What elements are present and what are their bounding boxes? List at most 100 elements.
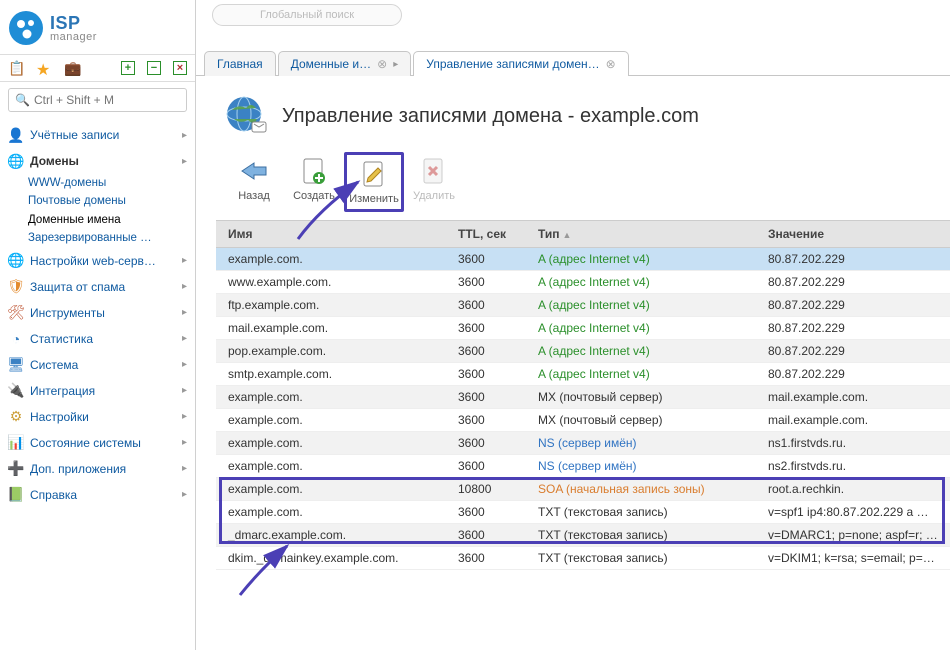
table-row[interactable]: mail.example.com.3600A (адрес Internet v… <box>216 317 950 340</box>
chevron-right-icon: ▸ <box>182 333 187 344</box>
sidebar-item-label: Домены <box>30 154 176 168</box>
cell-value: ns1.firstvds.ru. <box>756 432 950 455</box>
cell-type: MX (почтовый сервер) <box>526 409 756 432</box>
sidebar-subitem-1-2[interactable]: Доменные имена <box>28 211 195 229</box>
sidebar-item-label: Настройки web-серв… <box>30 254 176 268</box>
cell-value: root.a.rechkin. <box>756 478 950 501</box>
sidebar-item-11[interactable]: 📗Справка▸ <box>0 482 195 508</box>
sidebar-item-8[interactable]: ⚙Настройки▸ <box>0 404 195 430</box>
star-icon[interactable]: ★ <box>36 60 52 76</box>
sidebar-item-3[interactable]: 🛡Защита от спама▸ <box>0 274 195 300</box>
user-icon: 👤 <box>8 127 24 143</box>
action-toolbar: Назад Создать Изменить Удалить <box>196 152 950 220</box>
logo-icon <box>8 10 44 46</box>
table-row[interactable]: example.com.3600NS (сервер имён)ns2.firs… <box>216 455 950 478</box>
cell-ttl: 3600 <box>446 455 526 478</box>
table-row[interactable]: ftp.example.com.3600A (адрес Internet v4… <box>216 294 950 317</box>
table-row[interactable]: example.com.3600MX (почтовый сервер)mail… <box>216 409 950 432</box>
table-row[interactable]: example.com.3600NS (сервер имён)ns1.firs… <box>216 432 950 455</box>
globe-icon <box>224 94 268 138</box>
tab-2[interactable]: Управление записями домен…⊗ <box>413 51 629 76</box>
cell-type: TXT (текстовая запись) <box>526 547 756 570</box>
tab-1[interactable]: Доменные и…⊗▸ <box>278 51 412 76</box>
logo: ISP manager <box>0 6 195 54</box>
col-type[interactable]: Тип▲ <box>526 221 756 248</box>
table-row[interactable]: _dmarc.example.com.3600TXT (текстовая за… <box>216 524 950 547</box>
sidebar-item-label: Инструменты <box>30 306 176 320</box>
edit-icon <box>359 159 389 189</box>
cell-name: www.example.com. <box>216 271 446 294</box>
cell-type: A (адрес Internet v4) <box>526 248 756 271</box>
cell-ttl: 3600 <box>446 363 526 386</box>
delete-button[interactable]: Удалить <box>404 152 464 206</box>
cell-ttl: 3600 <box>446 524 526 547</box>
sidebar-item-label: Справка <box>30 488 176 502</box>
close-panel-icon[interactable]: × <box>173 61 187 75</box>
tools-icon: 🛠 <box>8 305 24 321</box>
table-row[interactable]: pop.example.com.3600A (адрес Internet v4… <box>216 340 950 363</box>
edit-button[interactable]: Изменить <box>344 152 404 212</box>
cell-type: TXT (текстовая запись) <box>526 524 756 547</box>
cell-name: example.com. <box>216 478 446 501</box>
sidebar-item-5[interactable]: ◔Статистика▸ <box>0 326 195 352</box>
sidebar-item-1[interactable]: 🌐Домены▸ <box>0 148 195 174</box>
sidebar: ISP manager 📋 ★ 💼 + − × 🔍 👤 Учётные запис… <box>0 0 196 650</box>
table-row[interactable]: dkim._domainkey.example.com.3600TXT (тек… <box>216 547 950 570</box>
col-value[interactable]: Значение <box>756 221 950 248</box>
chevron-right-icon: ▸ <box>182 385 187 396</box>
col-ttl[interactable]: TTL, сек <box>446 221 526 248</box>
sidebar-subitem-1-1[interactable]: Почтовые домены <box>28 192 195 210</box>
col-name[interactable]: Имя <box>216 221 446 248</box>
sidebar-search[interactable]: 🔍 <box>8 88 187 112</box>
chevron-right-icon: ▸ <box>182 130 187 141</box>
cell-name: mail.example.com. <box>216 317 446 340</box>
briefcase-icon[interactable]: 💼 <box>64 60 80 76</box>
chevron-right-icon: ▸ <box>182 437 187 448</box>
cell-ttl: 3600 <box>446 340 526 363</box>
sidebar-toolbar: 📋 ★ 💼 + − × <box>0 54 195 82</box>
sidebar-search-input[interactable] <box>34 93 189 107</box>
cell-name: example.com. <box>216 248 446 271</box>
cell-name: _dmarc.example.com. <box>216 524 446 547</box>
sidebar-item-2[interactable]: 🌐Настройки web-серв…▸ <box>0 248 195 274</box>
table-row[interactable]: example.com.3600A (адрес Internet v4)80.… <box>216 248 950 271</box>
table-row[interactable]: www.example.com.3600A (адрес Internet v4… <box>216 271 950 294</box>
cell-type: A (адрес Internet v4) <box>526 363 756 386</box>
chevron-right-icon: ▸ <box>182 255 187 266</box>
create-icon <box>299 156 329 186</box>
sidebar-item-label: Учётные записи <box>30 128 176 142</box>
sidebar-item-0[interactable]: 👤 Учётные записи ▸ <box>0 122 195 148</box>
table-row[interactable]: example.com.3600TXT (текстовая запись)v=… <box>216 501 950 524</box>
cell-value: v=DMARC1; p=none; aspf=r; sp=n <box>756 524 950 547</box>
tab-label: Доменные и… <box>291 57 371 71</box>
sidebar-item-9[interactable]: 📊Состояние системы▸ <box>0 430 195 456</box>
table-row[interactable]: example.com.3600MX (почтовый сервер)mail… <box>216 386 950 409</box>
sidebar-item-6[interactable]: 🖥Система▸ <box>0 352 195 378</box>
close-icon[interactable]: ⊗ <box>377 57 387 71</box>
table-row[interactable]: example.com.10800SOA (начальная запись з… <box>216 478 950 501</box>
collapse-all-icon[interactable]: − <box>147 61 161 75</box>
back-button[interactable]: Назад <box>224 152 284 206</box>
sidebar-item-10[interactable]: ➕Доп. приложения▸ <box>0 456 195 482</box>
sidebar-item-label: Настройки <box>30 410 176 424</box>
global-search[interactable]: Глобальный поиск <box>212 4 402 26</box>
table-row[interactable]: smtp.example.com.3600A (адрес Internet v… <box>216 363 950 386</box>
cell-value: v=spf1 ip4:80.87.202.229 a mx ~al <box>756 501 950 524</box>
sidebar-subitem-1-3[interactable]: Зарезервированные … <box>28 229 195 247</box>
page-title: Управление записями домена - example.com <box>282 105 699 128</box>
expand-all-icon[interactable]: + <box>121 61 135 75</box>
sidebar-item-7[interactable]: 🔌Интеграция▸ <box>0 378 195 404</box>
sidebar-subitem-1-0[interactable]: WWW-домены <box>28 174 195 192</box>
note-icon[interactable]: 📋 <box>8 60 24 76</box>
cell-value: ns2.firstvds.ru. <box>756 455 950 478</box>
cell-type: A (адрес Internet v4) <box>526 317 756 340</box>
close-icon[interactable]: ⊗ <box>606 57 616 71</box>
sidebar-item-label: Статистика <box>30 332 176 346</box>
create-button[interactable]: Создать <box>284 152 344 206</box>
plus-icon: ➕ <box>8 461 24 477</box>
main-area: Глобальный поиск ГлавнаяДоменные и…⊗▸Упр… <box>196 0 950 650</box>
cell-value: mail.example.com. <box>756 386 950 409</box>
sidebar-item-4[interactable]: 🛠Инструменты▸ <box>0 300 195 326</box>
cell-ttl: 3600 <box>446 294 526 317</box>
tab-0[interactable]: Главная <box>204 51 276 76</box>
